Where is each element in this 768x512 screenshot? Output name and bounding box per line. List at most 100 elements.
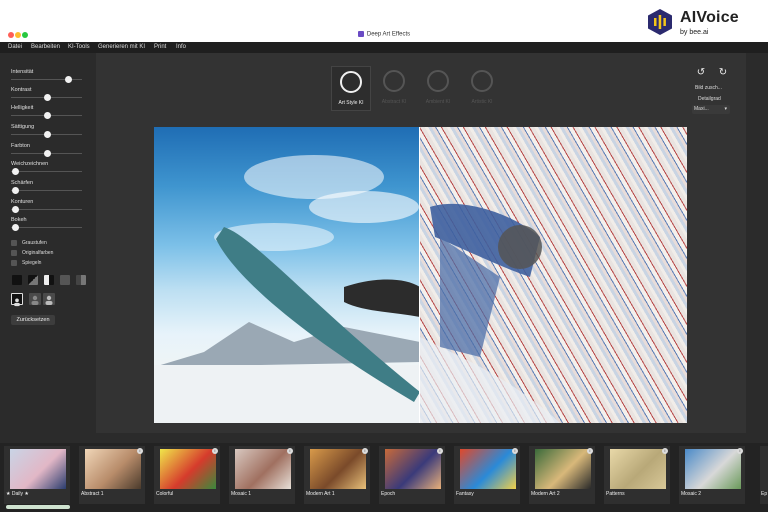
menu-datei[interactable]: Datei	[8, 44, 22, 50]
style-thumbnail[interactable]: i Mosaic 1	[229, 446, 295, 504]
info-icon[interactable]: i	[662, 448, 668, 454]
slider-thumb[interactable]	[11, 168, 19, 175]
style-button-label: Ambient KI	[425, 99, 451, 105]
mask-swatch-half[interactable]	[76, 275, 86, 285]
thumbnail-image	[535, 449, 591, 489]
thumbnail-label: Colorful	[156, 491, 174, 497]
grayscale-checkbox[interactable]	[11, 240, 17, 246]
info-icon[interactable]: i	[437, 448, 443, 454]
chevron-down-icon: ▾	[724, 106, 727, 112]
slider-label: Sättigung	[11, 124, 35, 130]
slider-label: Helligkeit	[11, 105, 34, 111]
title-bar: Deep Art Effects AIVoice by bee.ai	[0, 0, 768, 42]
info-icon[interactable]: i	[362, 448, 368, 454]
style-thumbnail[interactable]: i Patterns	[604, 446, 670, 504]
slider-thumb[interactable]	[11, 224, 19, 231]
style-thumbnail[interactable]: i Epoch	[379, 446, 445, 504]
slider-label: Schärfen	[11, 180, 34, 186]
rotate-right-icon[interactable]: ↻	[716, 66, 730, 80]
slider-thumb[interactable]	[11, 206, 19, 213]
slider-thumb[interactable]	[43, 94, 51, 101]
slider-thumb[interactable]	[64, 76, 72, 83]
style-button-art-style[interactable]: Art Style KI	[331, 66, 371, 111]
slider-label: Konturen	[11, 199, 34, 205]
thumbnail-image	[235, 449, 291, 489]
menu-print[interactable]: Print	[154, 44, 166, 50]
info-icon[interactable]: i	[287, 448, 293, 454]
full-mode-icon[interactable]	[43, 293, 55, 305]
thumbnail-label: Fantasy	[456, 491, 474, 497]
slider-label: Kontrast	[11, 87, 32, 93]
slider-track[interactable]	[11, 209, 82, 210]
abstract-icon	[383, 70, 405, 92]
reset-button[interactable]: Zurücksetzen	[11, 315, 55, 325]
thumbnail-partial[interactable]: Ep	[760, 446, 768, 504]
original-colors-label: Originalfarben	[22, 250, 54, 256]
thumbnail-label: ★ Daily ★	[6, 491, 29, 497]
style-thumbnail[interactable]: i Colorful	[154, 446, 220, 504]
style-thumbnail[interactable]: i Fantasy	[454, 446, 520, 504]
style-thumbnail[interactable]: i Modern Art 2	[529, 446, 595, 504]
brand-name: AIVoice	[680, 9, 739, 26]
info-icon[interactable]: i	[512, 448, 518, 454]
brand-logo: AIVoice by bee.ai	[646, 2, 758, 42]
thumbnail-image	[685, 449, 741, 489]
detail-level-value: Maxi...	[694, 106, 709, 112]
mask-swatch-black[interactable]	[12, 275, 22, 285]
style-thumbnail[interactable]: i Mosaic 2	[679, 446, 745, 504]
thumbnail-label: Mosaic 2	[681, 491, 702, 497]
thumbnail-label: Modern Art 2	[531, 491, 560, 497]
download-progress-bar	[6, 505, 70, 509]
style-thumbnail[interactable]: i Abstract 1	[79, 446, 145, 504]
style-thumbnail[interactable]: ★ Daily ★	[4, 446, 70, 504]
stylized-snowboarder	[420, 203, 560, 423]
original-colors-checkbox[interactable]	[11, 250, 17, 256]
thumbnail-label: Mosaic 1	[231, 491, 252, 497]
detail-level-label: Detailgrad	[698, 96, 721, 102]
slider-thumb[interactable]	[43, 131, 51, 138]
detail-level-select[interactable]: Maxi... ▾	[692, 105, 730, 114]
slider-thumb[interactable]	[43, 150, 51, 157]
thumbnail-image	[310, 449, 366, 489]
style-button-ambient[interactable]: Ambient KI	[418, 66, 458, 111]
info-icon[interactable]: i	[212, 448, 218, 454]
slider-label: Weichzeichnen	[11, 161, 49, 167]
mirror-checkbox[interactable]	[11, 260, 17, 266]
menu-generieren[interactable]: Generieren mit KI	[98, 44, 145, 50]
style-button-label: Abstract KI	[381, 99, 407, 105]
thumbnail-image	[610, 449, 666, 489]
menu-bearbeiten[interactable]: Bearbeiten	[31, 44, 60, 50]
crop-button[interactable]: Bild zusch...	[695, 85, 722, 91]
slider-track[interactable]	[11, 227, 82, 228]
info-icon[interactable]: i	[137, 448, 143, 454]
brand-sub: bee.ai	[689, 29, 709, 36]
thumbnail-label: Patterns	[606, 491, 625, 497]
brand-byline: by bee.ai	[680, 29, 708, 36]
person-mode-icon[interactable]	[11, 293, 23, 307]
mirror-label: Spiegeln	[22, 260, 42, 266]
mask-swatch-split[interactable]	[44, 275, 54, 285]
style-button-artistic[interactable]: Artistic KI	[462, 66, 502, 111]
thumbnail-image	[10, 449, 66, 489]
slider-track[interactable]	[11, 171, 82, 172]
rotate-left-icon[interactable]: ↺	[694, 66, 708, 80]
mask-swatch-gray[interactable]	[60, 275, 70, 285]
info-icon[interactable]: i	[737, 448, 743, 454]
slider-label: Intensität	[11, 69, 34, 75]
menu-ki-tools[interactable]: KI-Tools	[68, 44, 90, 50]
style-button-label: Art Style KI	[338, 100, 364, 106]
menu-bar: Datei Bearbeiten KI-Tools Generieren mit…	[0, 42, 768, 53]
slider-track[interactable]	[11, 190, 82, 191]
thumbnail-image	[160, 449, 216, 489]
info-icon[interactable]: i	[587, 448, 593, 454]
menu-info[interactable]: Info	[176, 44, 186, 50]
slider-thumb[interactable]	[43, 112, 51, 119]
compare-divider[interactable]	[419, 127, 420, 423]
style-thumbnail[interactable]: i Modern Art 1	[304, 446, 370, 504]
artistic-icon	[471, 70, 493, 92]
background-mode-icon[interactable]	[29, 293, 41, 305]
mask-swatch-diagonal[interactable]	[28, 275, 38, 285]
style-button-abstract[interactable]: Abstract KI	[374, 66, 414, 111]
original-photo	[154, 127, 420, 423]
slider-thumb[interactable]	[11, 187, 19, 194]
